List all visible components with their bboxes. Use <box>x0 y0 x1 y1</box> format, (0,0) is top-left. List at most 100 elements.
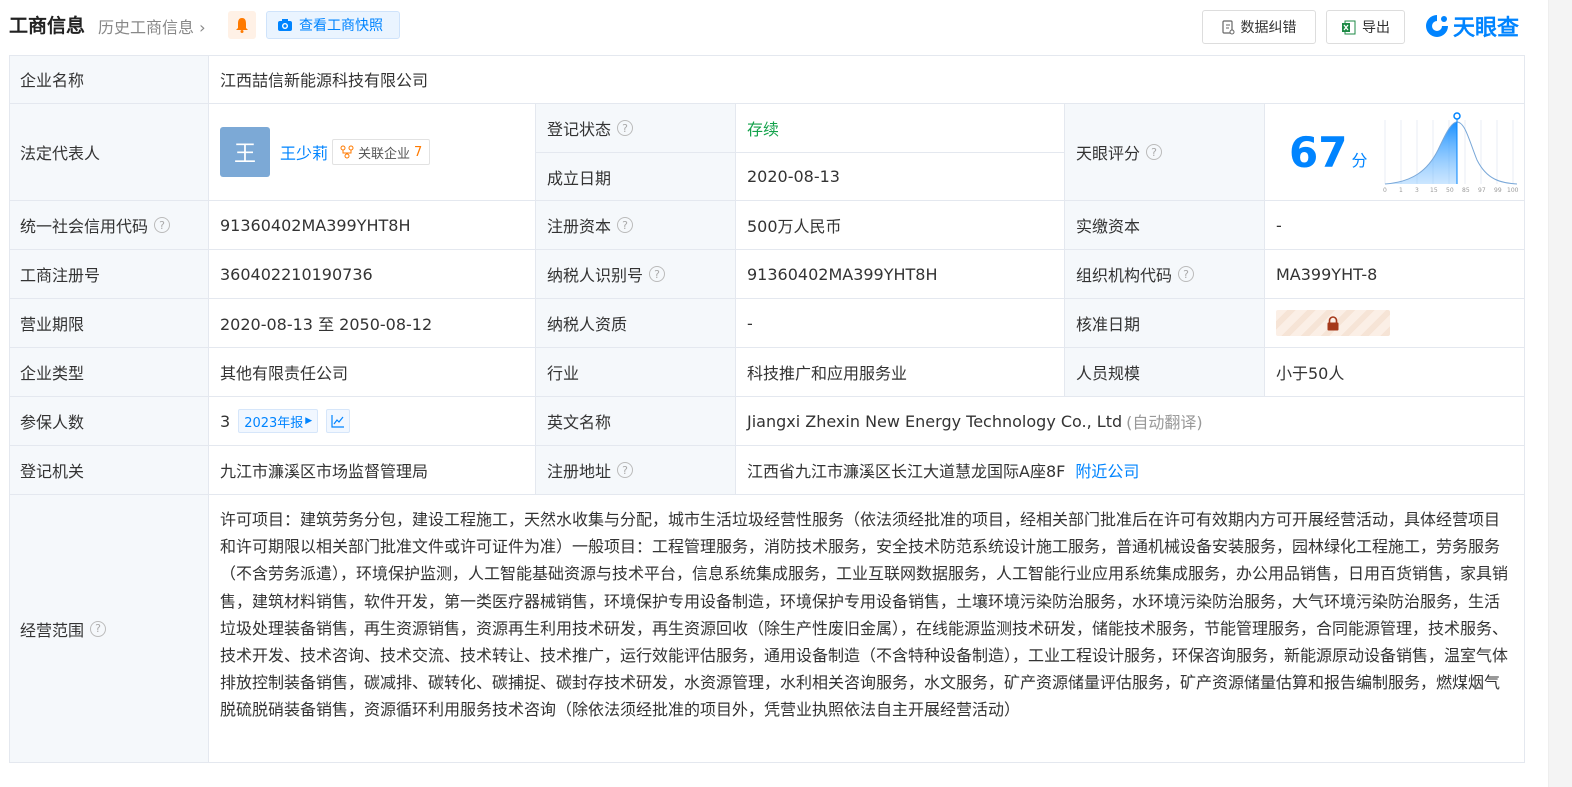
value-tax-qual: - <box>736 299 1065 348</box>
label-found-date: 成立日期 <box>536 153 736 201</box>
value-org-code: MA399YHT-8 <box>1265 250 1525 299</box>
bell-button[interactable] <box>228 11 256 39</box>
value-credit-code: 91360402MA399YHT8H <box>209 201 536 250</box>
value-type: 其他有限责任公司 <box>209 348 536 397</box>
history-link[interactable]: 历史工商信息 › <box>98 14 206 38</box>
taxpayer-id-label-text: 纳税人识别号 <box>547 266 644 285</box>
excel-icon <box>1342 20 1356 34</box>
legal-rep-name[interactable]: 王少莉 <box>280 140 328 164</box>
label-tax-qual: 纳税人资质 <box>536 299 736 348</box>
export-button[interactable]: 导出 <box>1326 10 1405 44</box>
label-reg-capital: 注册资本? <box>536 201 736 250</box>
label-company-name: 企业名称 <box>9 55 209 104</box>
value-biz-reg-no: 360402210190736 <box>209 250 536 299</box>
value-company-name: 江西喆信新能源科技有限公司 <box>209 55 1525 104</box>
nearby-companies-link[interactable]: 附近公司 <box>1075 458 1139 482</box>
value-en-name: Jiangxi Zhexin New Energy Technology Co.… <box>747 411 1123 431</box>
trend-chart-icon <box>331 415 345 428</box>
help-icon[interactable]: ? <box>154 217 171 233</box>
label-en-name: 英文名称 <box>536 397 736 446</box>
value-found-date: 2020-08-13 <box>736 153 1065 201</box>
rating-unit: 分 <box>1351 151 1368 170</box>
help-icon[interactable]: ? <box>649 266 666 282</box>
label-authority: 登记机关 <box>9 446 209 495</box>
network-icon <box>340 145 354 159</box>
help-icon[interactable]: ? <box>617 120 634 136</box>
history-label: 历史工商信息 <box>98 18 195 37</box>
scale-97: 97 <box>1478 187 1486 194</box>
label-credit-code: 统一社会信用代码? <box>9 201 209 250</box>
snapshot-label: 查看工商快照 <box>299 18 383 34</box>
label-approve-date: 核准日期 <box>1065 299 1265 348</box>
related-company-tag[interactable]: 关联企业 7 <box>332 139 431 165</box>
section-title: 工商信息 <box>9 15 86 37</box>
annual-report-label: 2023年报 <box>244 415 304 431</box>
label-scope: 经营范围? <box>9 495 209 763</box>
scale-99: 99 <box>1494 187 1502 194</box>
rating-label-text: 天眼评分 <box>1076 144 1141 163</box>
value-address: 江西省九江市濂溪区长江大道慧龙国际A座8F <box>747 462 1066 481</box>
scrollbar[interactable] <box>1548 0 1572 787</box>
value-reg-status: 存续 <box>736 104 1065 153</box>
insured-cell: 3 2023年报 ▶ <box>209 397 536 446</box>
credit-code-label-text: 统一社会信用代码 <box>20 217 149 236</box>
label-rating: 天眼评分? <box>1065 104 1265 201</box>
rating-score: 67 <box>1289 127 1348 177</box>
correct-button[interactable]: 数据纠错 <box>1202 10 1316 44</box>
scale-15: 15 <box>1430 187 1438 194</box>
approve-date-cell <box>1265 299 1525 348</box>
camera-icon <box>278 19 292 31</box>
doc-edit-icon <box>1221 19 1234 34</box>
label-term: 营业期限 <box>9 299 209 348</box>
logo-text: 天眼查 <box>1453 16 1520 41</box>
help-icon[interactable]: ? <box>1178 266 1195 282</box>
help-icon[interactable]: ? <box>617 462 634 478</box>
value-insured: 3 <box>220 411 231 431</box>
scale-85: 85 <box>1462 187 1470 194</box>
value-taxpayer-id: 91360402MA399YHT8H <box>736 250 1065 299</box>
label-staff: 人员规模 <box>1065 348 1265 397</box>
chevron-right-icon: › <box>199 18 206 37</box>
address-label-text: 注册地址 <box>547 462 612 481</box>
logo-eye-icon <box>1426 15 1448 37</box>
snapshot-button[interactable]: 查看工商快照 <box>266 11 400 39</box>
section-header: 工商信息 历史工商信息 › 查看工商快照 数据纠错 导出 天眼查 <box>0 0 1572 52</box>
related-count: 7 <box>414 144 423 160</box>
bell-icon <box>236 18 248 33</box>
locked-value[interactable] <box>1276 310 1390 336</box>
export-label: 导出 <box>1362 20 1390 36</box>
legal-rep-cell: 王 王少莉 关联企业 7 <box>209 104 536 201</box>
reg-capital-label-text: 注册资本 <box>547 217 612 236</box>
value-industry: 科技推广和应用服务业 <box>736 348 1065 397</box>
address-cell: 江西省九江市濂溪区长江大道慧龙国际A座8F 附近公司 <box>736 446 1525 495</box>
scale-3: 3 <box>1415 187 1419 194</box>
label-org-code: 组织机构代码? <box>1065 250 1265 299</box>
caret-right-icon: ▶ <box>305 416 313 426</box>
rating-curve-chart: 0 1 3 15 50 85 97 99 100 <box>1383 112 1519 194</box>
scale-0: 0 <box>1383 187 1387 194</box>
trend-chart-button[interactable] <box>326 409 351 433</box>
rating-cell[interactable]: 67 分 0 1 3 15 50 85 97 99 100 <box>1265 104 1525 201</box>
label-insured: 参保人数 <box>9 397 209 446</box>
scale-100: 100 <box>1507 187 1519 194</box>
annual-report-button[interactable]: 2023年报 ▶ <box>238 409 319 433</box>
value-staff: 小于50人 <box>1265 348 1525 397</box>
lock-icon <box>1327 315 1339 330</box>
label-industry: 行业 <box>536 348 736 397</box>
help-icon[interactable]: ? <box>1146 144 1163 160</box>
label-paid-capital: 实缴资本 <box>1065 201 1265 250</box>
correct-label: 数据纠错 <box>1240 20 1297 36</box>
related-label: 关联企业 <box>358 146 411 162</box>
label-type: 企业类型 <box>9 348 209 397</box>
label-biz-reg-no: 工商注册号 <box>9 250 209 299</box>
help-icon[interactable]: ? <box>617 217 634 233</box>
avatar: 王 <box>220 127 270 177</box>
tianyancha-logo: 天眼查 <box>1424 10 1519 42</box>
label-taxpayer-id: 纳税人识别号? <box>536 250 736 299</box>
help-icon[interactable]: ? <box>90 620 107 637</box>
label-legal-rep: 法定代表人 <box>9 104 209 201</box>
value-authority: 九江市濂溪区市场监督管理局 <box>209 446 536 495</box>
org-code-label-text: 组织机构代码 <box>1076 266 1173 285</box>
value-paid-capital: - <box>1265 201 1525 250</box>
value-scope: 许可项目：建筑劳务分包，建设工程施工，天然水收集与分配，城市生活垃圾经营性服务（… <box>209 495 1525 763</box>
